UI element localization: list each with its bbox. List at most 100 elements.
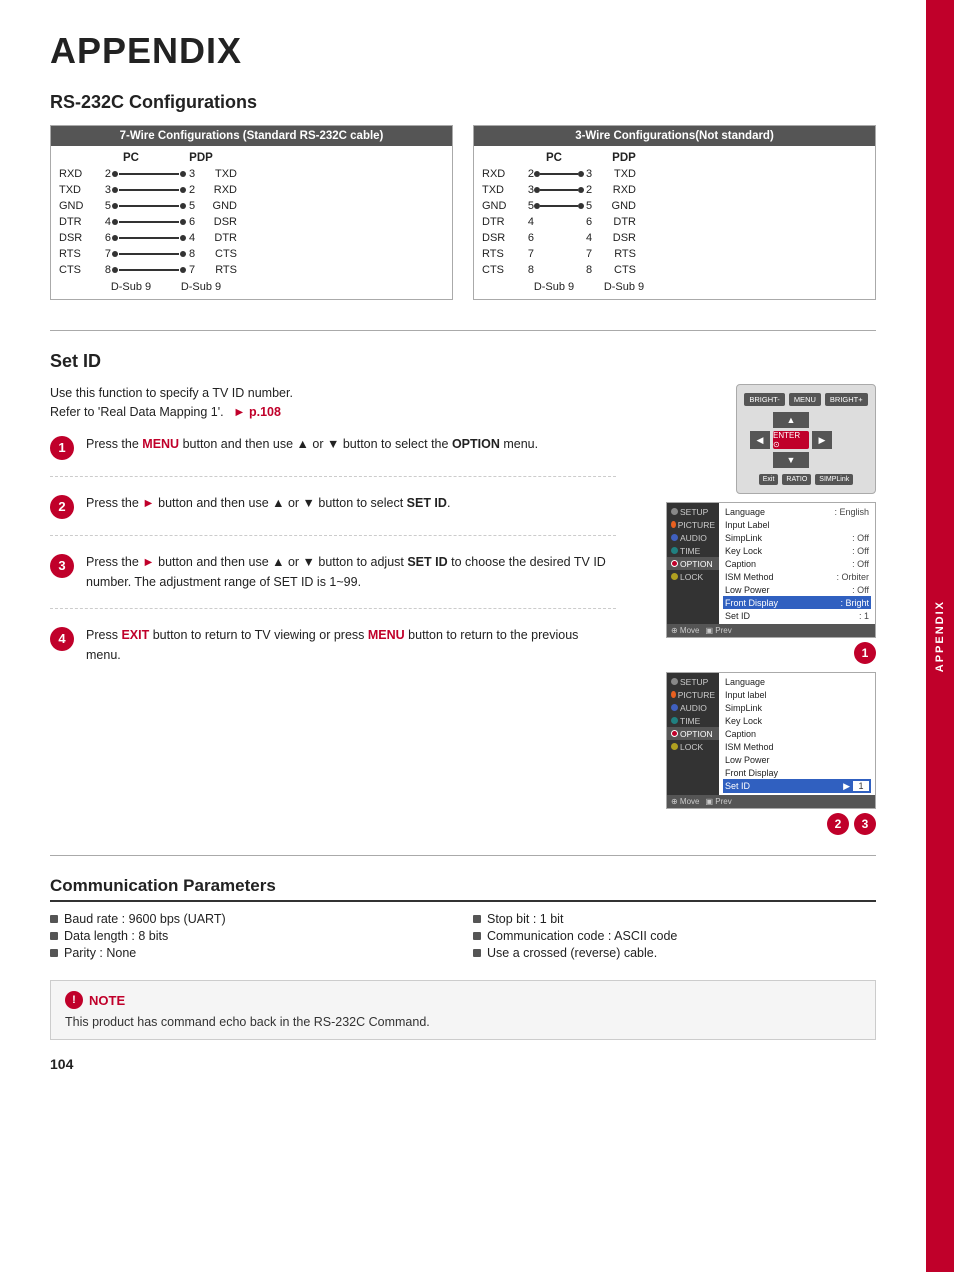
step-4: 4 Press EXIT button to return to TV view… — [50, 625, 616, 681]
rs232-section: RS-232C Configurations 7-Wire Configurat… — [50, 92, 876, 300]
menu1-container: SETUP PICTURE AUDIO TIME OPTION LOCK Lan… — [666, 502, 876, 664]
menu1-option: OPTION — [667, 557, 719, 570]
step-1-circle: 1 — [50, 436, 74, 460]
comm-param-commcode: Communication code : ASCII code — [473, 929, 876, 943]
comm-parity-text: Parity : None — [64, 946, 136, 960]
remote-down: ▼ — [773, 452, 809, 468]
step-4-exit: EXIT — [121, 628, 149, 642]
menu2-setup: SETUP — [667, 675, 719, 688]
remote-exit-btn: Exit — [759, 474, 779, 485]
step-3-arrow: ► — [142, 555, 154, 569]
seven-wire-row: GND 5 5 GND — [59, 200, 444, 212]
menu1-row-ism: ISM Method: Orbiter — [723, 570, 871, 583]
remote-bright-minus: BRIGHT- — [744, 393, 784, 406]
menu1-content: Language: English Input Label SimpLink: … — [719, 503, 875, 624]
menu2-row-lowpower: Low Power — [723, 753, 871, 766]
three-wire-row: DSR 6 4 DSR — [482, 232, 867, 244]
seven-wire-col-labels: PC PDP — [59, 152, 444, 164]
menu1-audio: AUDIO — [667, 531, 719, 544]
seven-wire-dsub-pc: D-Sub 9 — [91, 281, 171, 293]
menu2-content: Language Input label SimpLink Key Lock C… — [719, 673, 875, 795]
menu1-row-caption: Caption: Off — [723, 557, 871, 570]
remote-enter: ENTER ⊙ — [773, 431, 809, 449]
seven-wire-row: DTR 4 6 DSR — [59, 216, 444, 228]
note-icon: ! — [65, 991, 83, 1009]
seven-wire-table: 7-Wire Configurations (Standard RS-232C … — [50, 125, 453, 300]
comm-bullet-6 — [473, 949, 481, 957]
menu1-row-keylock: Key Lock: Off — [723, 544, 871, 557]
three-wire-table: 3-Wire Configurations(Not standard) PC P… — [473, 125, 876, 300]
remote-up: ▲ — [773, 412, 809, 428]
three-wire-dsub-pdp: D-Sub 9 — [594, 281, 654, 293]
step-1-menu: MENU — [142, 437, 179, 451]
menu1-row-simplink: SimpLink: Off — [723, 531, 871, 544]
step-2: 2 Press the ► button and then use ▲ or ▼… — [50, 493, 616, 536]
menu1-row-inputlabel: Input Label — [723, 518, 871, 531]
step-3-circle: 3 — [50, 554, 74, 578]
step-1: 1 Press the MENU button and then use ▲ o… — [50, 434, 616, 477]
step-2-text: Press the ► button and then use ▲ or ▼ b… — [86, 493, 616, 513]
page-number: 104 — [50, 1056, 876, 1072]
setid-intro: Use this function to specify a TV ID num… — [50, 384, 616, 422]
menu2-container: SETUP PICTURE AUDIO TIME OPTION LOCK Lan… — [666, 672, 876, 835]
wire-configs: 7-Wire Configurations (Standard RS-232C … — [50, 125, 876, 300]
comm-bullet-5 — [473, 932, 481, 940]
three-wire-row: DTR 4 6 DTR — [482, 216, 867, 228]
setid-section: Set ID Use this function to specify a TV… — [50, 351, 876, 835]
menu2-row-language: Language — [723, 675, 871, 688]
three-wire-row: TXD 3 2 RXD — [482, 184, 867, 196]
step-1-text: Press the MENU button and then use ▲ or … — [86, 434, 616, 454]
menu1-row-frontdisplay: Front Display: Bright — [723, 596, 871, 609]
three-wire-pc-label: PC — [514, 152, 594, 164]
three-wire-rows: RXD 2 3 TXD TXD 3 2 RXD GND 5 — [482, 168, 867, 276]
menu-screen-1: SETUP PICTURE AUDIO TIME OPTION LOCK Lan… — [666, 502, 876, 638]
page-title: APPENDIX — [50, 30, 876, 72]
three-wire-col-labels: PC PDP — [482, 152, 867, 164]
three-wire-row: RTS 7 7 RTS — [482, 248, 867, 260]
menu-screen-2: SETUP PICTURE AUDIO TIME OPTION LOCK Lan… — [666, 672, 876, 809]
seven-wire-body: PC PDP RXD 2 3 TXD TXD 3 2 RXD GND 5 — [51, 146, 452, 299]
menu2-row-frontdisplay: Front Display — [723, 766, 871, 779]
remote-right: ▶ — [812, 431, 832, 449]
seven-wire-header: 7-Wire Configurations (Standard RS-232C … — [51, 126, 452, 146]
three-wire-row: GND 5 5 GND — [482, 200, 867, 212]
comm-baud-text: Baud rate : 9600 bps (UART) — [64, 912, 226, 926]
seven-wire-row: TXD 3 2 RXD — [59, 184, 444, 196]
menu2-picture: PICTURE — [667, 688, 719, 701]
menu1-badge: 1 — [854, 642, 876, 664]
comm-cable-text: Use a crossed (reverse) cable. — [487, 946, 657, 960]
menu1-setup: SETUP — [667, 505, 719, 518]
comm-bullet-3 — [50, 949, 58, 957]
menu2-time: TIME — [667, 714, 719, 727]
menu1-layout: SETUP PICTURE AUDIO TIME OPTION LOCK Lan… — [667, 503, 875, 624]
comm-bullet-2 — [50, 932, 58, 940]
seven-wire-row: DSR 6 4 DTR — [59, 232, 444, 244]
sidebar-label: APPENDIX — [934, 600, 946, 672]
note-header: ! NOTE — [65, 991, 861, 1009]
menu2-badge-3: 3 — [854, 813, 876, 835]
menu2-row-inputlabel: Input label — [723, 688, 871, 701]
comm-datalength-text: Data length : 8 bits — [64, 929, 168, 943]
step-3-setid: SET ID — [407, 555, 447, 569]
step-2-circle: 2 — [50, 495, 74, 519]
note-label: NOTE — [89, 993, 125, 1008]
seven-wire-row: RXD 2 3 TXD — [59, 168, 444, 180]
setid-left: Use this function to specify a TV ID num… — [50, 384, 616, 835]
remote-dpad: ▲ ◀ ENTER ⊙ ▶ ▼ — [749, 411, 863, 469]
comm-bullet-1 — [50, 915, 58, 923]
menu1-lock: LOCK — [667, 570, 719, 583]
divider-1 — [50, 330, 876, 331]
setid-intro-text1: Use this function to specify a TV ID num… — [50, 386, 293, 400]
comm-param-baud: Baud rate : 9600 bps (UART) — [50, 912, 453, 926]
step-3-text: Press the ► button and then use ▲ or ▼ b… — [86, 552, 616, 592]
menu1-sidebar: SETUP PICTURE AUDIO TIME OPTION LOCK — [667, 503, 719, 624]
menu2-row-caption: Caption — [723, 727, 871, 740]
menu1-row-lowpower: Low Power: Off — [723, 583, 871, 596]
seven-wire-row: CTS 8 7 RTS — [59, 264, 444, 276]
step-4-menu: MENU — [368, 628, 405, 642]
rs232-heading: RS-232C Configurations — [50, 92, 876, 113]
seven-wire-pdp-label: PDP — [171, 152, 231, 164]
menu2-audio: AUDIO — [667, 701, 719, 714]
remote-bottom-buttons: Exit RATIO SIMPLink — [749, 474, 863, 485]
three-wire-row: CTS 8 8 CTS — [482, 264, 867, 276]
